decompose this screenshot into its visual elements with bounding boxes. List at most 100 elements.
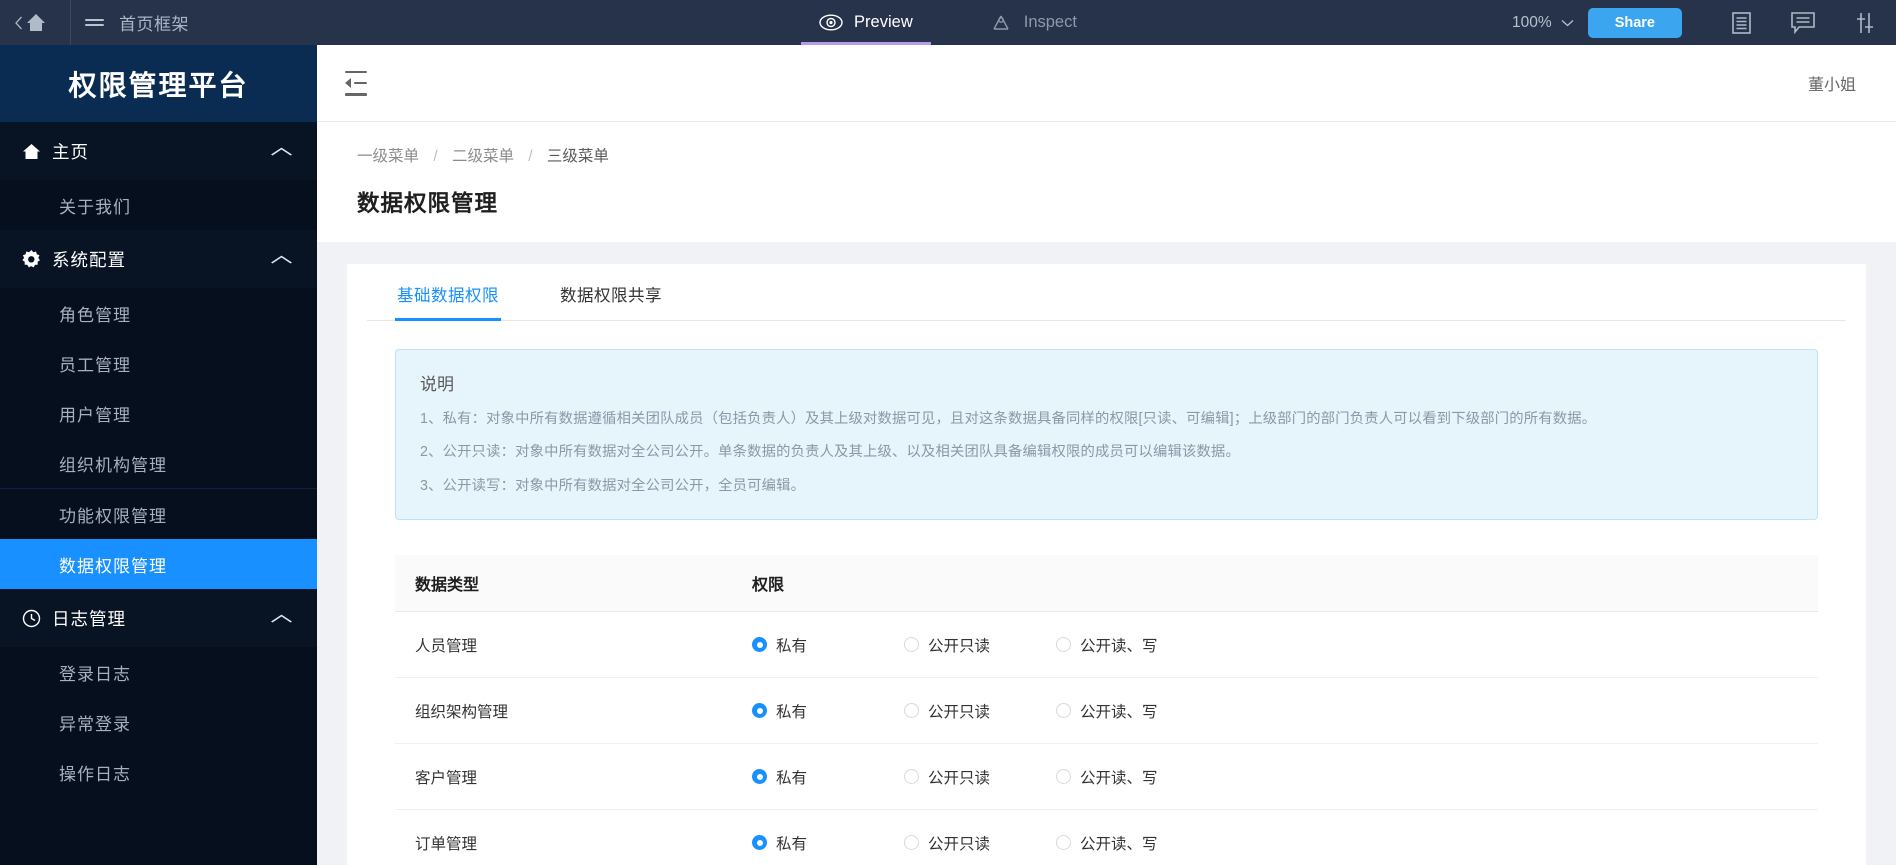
radio-public-readonly[interactable]: 公开只读 xyxy=(904,832,1056,854)
column-header-permission: 权限 xyxy=(752,577,785,595)
radio-dot-icon xyxy=(904,835,919,851)
radio-label: 私有 xyxy=(776,835,808,853)
breadcrumb-separator: / xyxy=(433,148,438,165)
sidebar-item-user-management[interactable]: 用户管理 xyxy=(0,388,317,438)
sidebar-item-label: 异常登录 xyxy=(59,714,131,734)
sidebar-group-system-config-label: 系统配置 xyxy=(52,249,126,270)
tab-preview[interactable]: Preview xyxy=(801,0,931,45)
radio-label: 公开只读 xyxy=(928,835,991,853)
radio-public-readwrite[interactable]: 公开读、写 xyxy=(1056,766,1208,788)
radio-public-readonly[interactable]: 公开只读 xyxy=(904,766,1056,788)
column-header-data-type: 数据类型 xyxy=(415,577,480,595)
breadcrumb-item-2[interactable]: 二级菜单 xyxy=(452,148,514,165)
radio-public-readonly[interactable]: 公开只读 xyxy=(904,634,1056,656)
breadcrumb-item-1[interactable]: 一级菜单 xyxy=(357,148,419,165)
radio-public-readonly[interactable]: 公开只读 xyxy=(904,700,1056,722)
notice-title: 说明 xyxy=(420,375,454,394)
chevron-up-icon xyxy=(270,614,293,623)
sidebar-brand: 权限管理平台 xyxy=(0,45,317,122)
sidebar-item-label: 功能权限管理 xyxy=(59,506,167,526)
builder-toolbar-left: 首页框架 xyxy=(0,0,189,45)
sidebar-item-label: 关于我们 xyxy=(59,197,131,217)
sidebar-item-label: 员工管理 xyxy=(59,355,131,375)
sidebar-item-label: 登录日志 xyxy=(59,664,131,684)
radio-label: 公开只读 xyxy=(928,769,991,787)
sidebar-group-system-config[interactable]: 系统配置 xyxy=(0,230,317,288)
cell-permission: 私有 公开只读 公开读、写 xyxy=(752,766,1818,788)
eye-icon xyxy=(819,14,843,31)
radio-dot-icon xyxy=(904,637,919,653)
breadcrumb-separator: / xyxy=(528,148,533,165)
radio-private[interactable]: 私有 xyxy=(752,700,904,722)
chevron-up-icon xyxy=(270,255,293,264)
table-row: 组织架构管理 私有 公开只读 公开读、写 xyxy=(395,678,1818,745)
chevron-down-icon xyxy=(1561,19,1574,27)
radio-public-readwrite[interactable]: 公开读、写 xyxy=(1056,634,1208,656)
gear-icon xyxy=(22,249,52,269)
user-name-label[interactable]: 董小姐 xyxy=(1808,71,1856,95)
sidebar-group-log-management[interactable]: 日志管理 xyxy=(0,589,317,647)
comment-icon[interactable] xyxy=(1772,0,1834,45)
back-button[interactable] xyxy=(0,0,26,45)
tab-inspect-label: Inspect xyxy=(1023,13,1077,31)
radio-dot-icon xyxy=(752,703,767,719)
sidebar-item-about-us[interactable]: 关于我们 xyxy=(0,180,317,230)
builder-icon-group xyxy=(1710,0,1896,45)
content-topbar: 董小姐 xyxy=(317,45,1896,122)
content-tabs: 基础数据权限 数据权限共享 xyxy=(367,264,1846,321)
builder-toolbar-right: 100% Share xyxy=(1498,0,1896,45)
share-button[interactable]: Share xyxy=(1587,7,1682,38)
layers-icon[interactable] xyxy=(1710,0,1772,45)
radio-dot-icon xyxy=(1056,637,1071,653)
radio-label: 公开读、写 xyxy=(1080,835,1158,853)
cell-data-type: 客户管理 xyxy=(415,769,478,787)
sliders-icon[interactable] xyxy=(1834,0,1896,45)
content-card: 基础数据权限 数据权限共享 说明 1、私有：对象中所有数据遵循相关团队成员（包括… xyxy=(347,264,1866,865)
cell-permission: 私有 公开只读 公开读、写 xyxy=(752,634,1818,656)
hamburger-icon[interactable] xyxy=(71,0,117,45)
sidebar-item-data-permission[interactable]: 数据权限管理 xyxy=(0,539,317,589)
radio-dot-icon xyxy=(904,769,919,785)
cell-data-type: 订单管理 xyxy=(415,835,478,853)
breadcrumb-item-3[interactable]: 三级菜单 xyxy=(547,148,609,165)
sidebar-item-role-management[interactable]: 角色管理 xyxy=(0,288,317,338)
tab-label: 基础数据权限 xyxy=(397,287,499,305)
zoom-selector[interactable]: 100% xyxy=(1498,14,1588,32)
sidebar-item-abnormal-login[interactable]: 异常登录 xyxy=(0,697,317,747)
sidebar-item-label: 数据权限管理 xyxy=(59,556,167,576)
tab-label: 数据权限共享 xyxy=(560,287,662,305)
radio-label: 公开只读 xyxy=(928,637,991,655)
table-header-row: 数据类型 权限 xyxy=(395,555,1818,613)
radio-label: 私有 xyxy=(776,703,808,721)
sidebar-brand-label: 权限管理平台 xyxy=(68,69,249,101)
radio-private[interactable]: 私有 xyxy=(752,832,904,854)
radio-private[interactable]: 私有 xyxy=(752,634,904,656)
tab-basic-data-permission[interactable]: 基础数据权限 xyxy=(395,264,501,321)
sidebar-item-function-permission[interactable]: 功能权限管理 xyxy=(0,489,317,539)
cell-permission: 私有 公开只读 公开读、写 xyxy=(752,832,1818,854)
radio-public-readwrite[interactable]: 公开读、写 xyxy=(1056,832,1208,854)
radio-label: 私有 xyxy=(776,769,808,787)
sidebar-item-staff-management[interactable]: 员工管理 xyxy=(0,338,317,388)
table-row: 客户管理 私有 公开只读 公开读、写 xyxy=(395,744,1818,811)
tab-data-permission-sharing[interactable]: 数据权限共享 xyxy=(558,264,664,320)
sidebar-item-label: 角色管理 xyxy=(59,305,131,325)
inspect-icon xyxy=(989,14,1013,31)
zoom-level-label: 100% xyxy=(1512,13,1552,31)
sidebar-group-log-management-label: 日志管理 xyxy=(52,608,126,629)
sidebar-item-login-log[interactable]: 登录日志 xyxy=(0,647,317,697)
home-icon[interactable] xyxy=(26,0,60,45)
notice-line-3: 3、公开读写：对象中所有数据对全公司公开，全员可编辑。 xyxy=(420,477,806,494)
sidebar-group-home[interactable]: 主页 xyxy=(0,122,317,180)
collapse-menu-icon[interactable] xyxy=(345,70,375,96)
page-header: 一级菜单 / 二级菜单 / 三级菜单 数据权限管理 xyxy=(317,122,1896,242)
radio-public-readwrite[interactable]: 公开读、写 xyxy=(1056,700,1208,722)
tab-inspect[interactable]: Inspect xyxy=(983,0,1083,45)
sidebar-item-label: 组织机构管理 xyxy=(59,455,167,475)
radio-label: 公开读、写 xyxy=(1080,769,1158,787)
sidebar-item-operation-log[interactable]: 操作日志 xyxy=(0,747,317,797)
page-title: 数据权限管理 xyxy=(357,191,499,216)
sidebar-item-org-management[interactable]: 组织机构管理 xyxy=(0,438,317,488)
radio-private[interactable]: 私有 xyxy=(752,766,904,788)
table-row: 人员管理 私有 公开只读 公开读、写 xyxy=(395,612,1818,679)
